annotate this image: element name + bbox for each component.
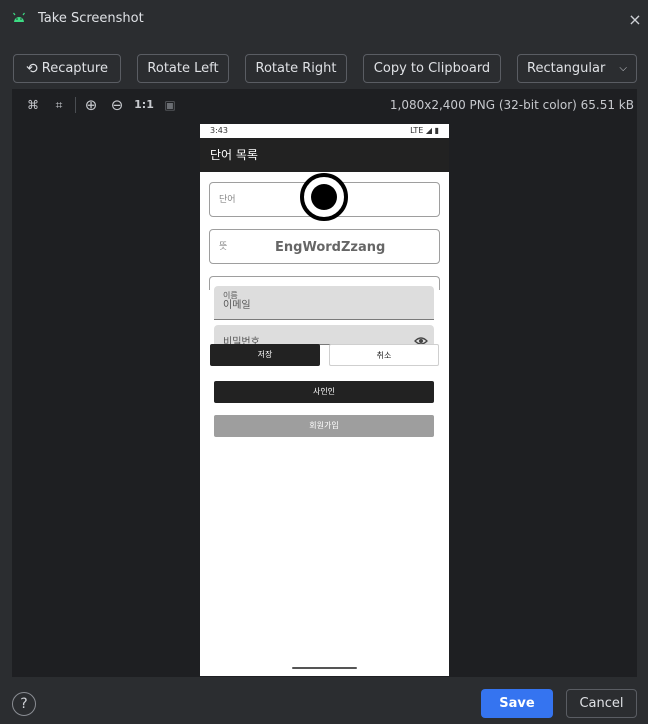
zoom-in-icon[interactable]: ⊕	[83, 97, 99, 113]
email-field-value: 이메일	[223, 300, 251, 311]
screenshot-canvas: ⌘ ⌗ ⊕ ⊖ 1:1 ▣ 1,080x2,400 PNG (32-bit co…	[12, 89, 637, 677]
dialog-save-button: 저장	[210, 344, 320, 366]
image-info: 1,080x2,400 PNG (32-bit color) 65.51 kB	[389, 98, 634, 112]
record-icon	[300, 173, 348, 221]
android-icon	[13, 12, 25, 22]
sign-up-button: 회원가입	[214, 415, 434, 437]
email-field: 이름 이메일	[214, 286, 434, 320]
rotate-right-button[interactable]: Rotate Right	[245, 54, 347, 83]
meaning-field-label: 뜻	[219, 242, 228, 252]
close-icon[interactable]: ×	[626, 11, 644, 29]
app-bar: 단어 목록	[200, 138, 449, 172]
status-indicators: LTE ◢ ▮	[410, 126, 439, 135]
help-icon[interactable]: ?	[12, 692, 36, 716]
crop-icon[interactable]: ⌗	[51, 97, 67, 113]
word-field-label: 단어	[219, 195, 236, 205]
zoom-out-icon[interactable]: ⊖	[109, 97, 125, 113]
screenshot-mode-select[interactable]: Rectangular ⌵	[517, 54, 637, 83]
window-title: Take Screenshot	[38, 11, 144, 26]
overlay-app-name: EngWordZzang	[275, 240, 386, 255]
chevron-down-icon: ⌵	[619, 63, 627, 74]
refresh-icon: ⟲	[26, 61, 38, 77]
password-field: 비밀번호	[214, 325, 434, 348]
screenshot-mode-value: Rectangular	[527, 61, 606, 76]
device-screenshot: 3:43 LTE ◢ ▮ 단어 목록 단어 뜻 EngWordZzang 이름 …	[200, 124, 449, 676]
copy-to-clipboard-button[interactable]: Copy to Clipboard	[363, 54, 501, 83]
sign-in-button: 사인인	[214, 381, 434, 403]
save-button[interactable]: Save	[481, 689, 553, 718]
status-time: 3:43	[210, 126, 228, 135]
actual-size-button[interactable]: 1:1	[134, 97, 154, 113]
recapture-label: Recapture	[41, 61, 108, 76]
cancel-button[interactable]: Cancel	[566, 689, 637, 718]
rotate-left-button[interactable]: Rotate Left	[137, 54, 229, 83]
status-bar: 3:43 LTE ◢ ▮	[200, 124, 449, 138]
recapture-button[interactable]: ⟲ Recapture	[13, 54, 121, 83]
title-bar: Take Screenshot ×	[0, 0, 648, 40]
dialog-cancel-button: 취소	[329, 344, 439, 366]
toolbar-divider	[75, 97, 76, 113]
frame-icon[interactable]: ▣	[162, 97, 178, 113]
home-indicator	[292, 667, 357, 669]
fit-screen-icon[interactable]: ⌘	[25, 97, 41, 113]
